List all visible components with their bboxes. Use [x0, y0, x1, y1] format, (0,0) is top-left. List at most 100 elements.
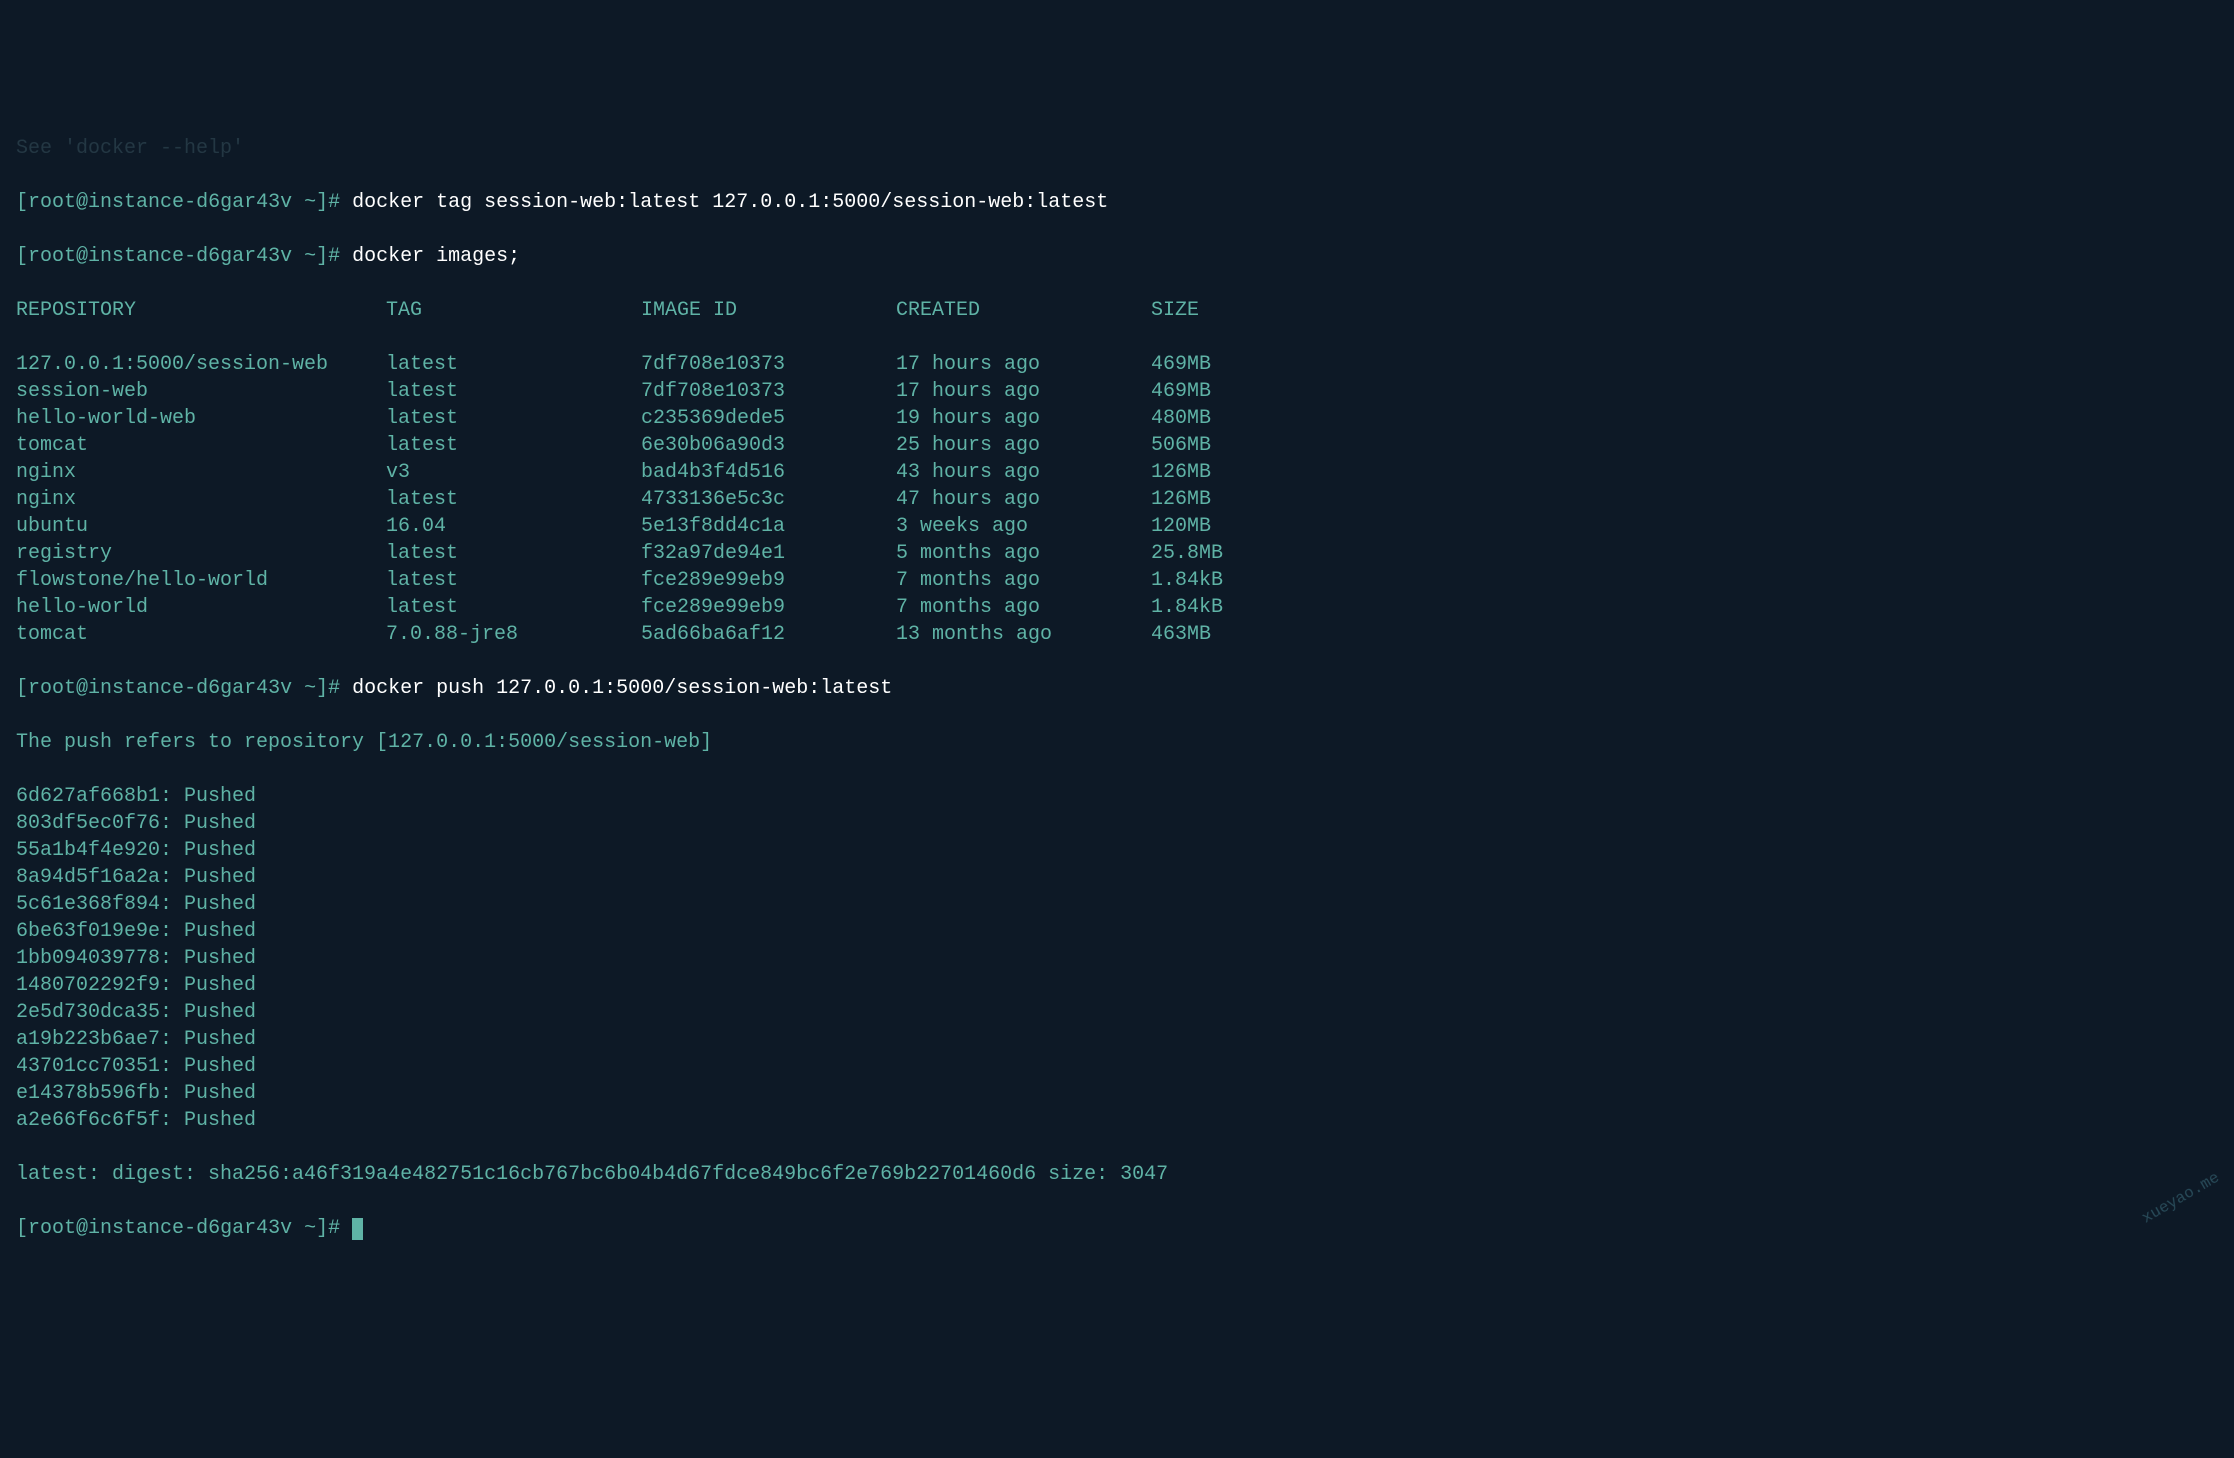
cursor-icon: [352, 1218, 363, 1240]
terminal-output[interactable]: See 'docker --help' [root@instance-d6gar…: [16, 108, 2218, 1269]
prompt-at: @: [76, 191, 88, 214]
cell-image-id: 5e13f8dd4c1a: [641, 513, 896, 540]
cell-image-id: fce289e99eb9: [641, 594, 896, 621]
table-row: hello-world-weblatestc235369dede519 hour…: [16, 405, 2218, 432]
cell-repository: nginx: [16, 486, 386, 513]
cell-size: 463MB: [1151, 621, 1271, 648]
prompt-open: [: [16, 191, 28, 214]
command-tag: docker tag session-web:latest 127.0.0.1:…: [352, 191, 1108, 214]
images-table-body: 127.0.0.1:5000/session-weblatest7df708e1…: [16, 351, 2218, 648]
cell-created: 5 months ago: [896, 540, 1151, 567]
cell-image-id: 7df708e10373: [641, 351, 896, 378]
cell-tag: latest: [386, 486, 641, 513]
cell-repository: registry: [16, 540, 386, 567]
cell-tag: latest: [386, 405, 641, 432]
cell-repository: hello-world: [16, 594, 386, 621]
cell-tag: latest: [386, 351, 641, 378]
table-row: tomcatlatest6e30b06a90d325 hours ago506M…: [16, 432, 2218, 459]
prompt-line-tag: [root@instance-d6gar43v ~]# docker tag s…: [16, 189, 2218, 216]
cell-size: 506MB: [1151, 432, 1271, 459]
cell-size: 469MB: [1151, 351, 1271, 378]
cell-tag: latest: [386, 567, 641, 594]
cell-image-id: 7df708e10373: [641, 378, 896, 405]
header-size: SIZE: [1151, 297, 1271, 324]
push-layer-line: 5c61e368f894: Pushed: [16, 891, 2218, 918]
previous-output-line: See 'docker --help': [16, 135, 2218, 162]
cell-size: 1.84kB: [1151, 594, 1271, 621]
push-layers-list: 6d627af668b1: Pushed803df5ec0f76: Pushed…: [16, 783, 2218, 1134]
table-row: nginxv3bad4b3f4d51643 hours ago126MB: [16, 459, 2218, 486]
cell-created: 17 hours ago: [896, 378, 1151, 405]
cell-repository: tomcat: [16, 621, 386, 648]
cell-size: 126MB: [1151, 459, 1271, 486]
cell-size: 1.84kB: [1151, 567, 1271, 594]
cell-image-id: 4733136e5c3c: [641, 486, 896, 513]
push-layer-line: 43701cc70351: Pushed: [16, 1053, 2218, 1080]
cell-size: 25.8MB: [1151, 540, 1271, 567]
cell-created: 17 hours ago: [896, 351, 1151, 378]
cell-repository: 127.0.0.1:5000/session-web: [16, 351, 386, 378]
table-row: registrylatestf32a97de94e15 months ago25…: [16, 540, 2218, 567]
cell-created: 25 hours ago: [896, 432, 1151, 459]
cell-created: 7 months ago: [896, 594, 1151, 621]
cell-repository: hello-world-web: [16, 405, 386, 432]
prompt-close: ]#: [316, 191, 352, 214]
cell-size: 469MB: [1151, 378, 1271, 405]
cell-repository: flowstone/hello-world: [16, 567, 386, 594]
push-refers-line: The push refers to repository [127.0.0.1…: [16, 729, 2218, 756]
push-layer-line: 1bb094039778: Pushed: [16, 945, 2218, 972]
prompt-user: root: [28, 191, 76, 214]
cell-image-id: fce289e99eb9: [641, 567, 896, 594]
push-layer-line: 1480702292f9: Pushed: [16, 972, 2218, 999]
table-row: 127.0.0.1:5000/session-weblatest7df708e1…: [16, 351, 2218, 378]
command-push: docker push 127.0.0.1:5000/session-web:l…: [352, 677, 892, 700]
cell-tag: 7.0.88-jre8: [386, 621, 641, 648]
cell-image-id: f32a97de94e1: [641, 540, 896, 567]
cell-tag: latest: [386, 540, 641, 567]
cell-image-id: bad4b3f4d516: [641, 459, 896, 486]
table-row: tomcat7.0.88-jre85ad66ba6af1213 months a…: [16, 621, 2218, 648]
prompt-line-empty[interactable]: [root@instance-d6gar43v ~]#: [16, 1215, 2218, 1242]
header-tag: TAG: [386, 297, 641, 324]
push-digest-line: latest: digest: sha256:a46f319a4e482751c…: [16, 1161, 2218, 1188]
cell-image-id: 6e30b06a90d3: [641, 432, 896, 459]
push-layer-line: 55a1b4f4e920: Pushed: [16, 837, 2218, 864]
images-table-header: REPOSITORYTAGIMAGE IDCREATEDSIZE: [16, 297, 2218, 324]
table-row: nginxlatest4733136e5c3c47 hours ago126MB: [16, 486, 2218, 513]
cell-created: 47 hours ago: [896, 486, 1151, 513]
push-layer-line: a19b223b6ae7: Pushed: [16, 1026, 2218, 1053]
cell-size: 126MB: [1151, 486, 1271, 513]
header-repository: REPOSITORY: [16, 297, 386, 324]
cell-created: 13 months ago: [896, 621, 1151, 648]
table-row: session-weblatest7df708e1037317 hours ag…: [16, 378, 2218, 405]
prompt-path: ~: [304, 191, 316, 214]
cell-repository: tomcat: [16, 432, 386, 459]
table-row: ubuntu16.045e13f8dd4c1a3 weeks ago120MB: [16, 513, 2218, 540]
prompt-line-images: [root@instance-d6gar43v ~]# docker image…: [16, 243, 2218, 270]
push-layer-line: 8a94d5f16a2a: Pushed: [16, 864, 2218, 891]
header-image-id: IMAGE ID: [641, 297, 896, 324]
cell-tag: latest: [386, 594, 641, 621]
push-layer-line: 6d627af668b1: Pushed: [16, 783, 2218, 810]
cell-repository: ubuntu: [16, 513, 386, 540]
table-row: hello-worldlatestfce289e99eb97 months ag…: [16, 594, 2218, 621]
cell-repository: session-web: [16, 378, 386, 405]
push-layer-line: 6be63f019e9e: Pushed: [16, 918, 2218, 945]
cell-repository: nginx: [16, 459, 386, 486]
cell-tag: latest: [386, 432, 641, 459]
push-layer-line: 2e5d730dca35: Pushed: [16, 999, 2218, 1026]
push-layer-line: e14378b596fb: Pushed: [16, 1080, 2218, 1107]
cell-size: 120MB: [1151, 513, 1271, 540]
cell-tag: latest: [386, 378, 641, 405]
prompt-host: instance-d6gar43v: [88, 191, 292, 214]
cell-created: 43 hours ago: [896, 459, 1151, 486]
cell-size: 480MB: [1151, 405, 1271, 432]
cell-created: 7 months ago: [896, 567, 1151, 594]
header-created: CREATED: [896, 297, 1151, 324]
push-layer-line: 803df5ec0f76: Pushed: [16, 810, 2218, 837]
cell-created: 19 hours ago: [896, 405, 1151, 432]
cell-created: 3 weeks ago: [896, 513, 1151, 540]
cell-image-id: 5ad66ba6af12: [641, 621, 896, 648]
cell-image-id: c235369dede5: [641, 405, 896, 432]
push-layer-line: a2e66f6c6f5f: Pushed: [16, 1107, 2218, 1134]
